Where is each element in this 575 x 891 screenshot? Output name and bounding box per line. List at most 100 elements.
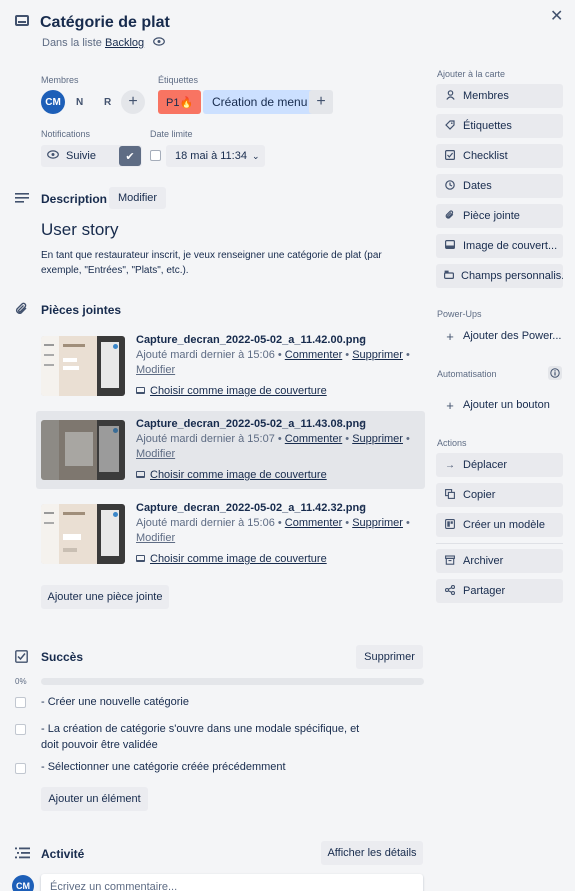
archive-button[interactable]: Archiver bbox=[436, 549, 563, 573]
checklist-item-checkbox[interactable] bbox=[15, 697, 26, 708]
attachment-thumbnail[interactable] bbox=[41, 336, 125, 396]
sidebar-divider bbox=[436, 543, 563, 544]
delete-link[interactable]: Supprimer bbox=[352, 349, 403, 361]
eye-icon bbox=[47, 150, 59, 162]
automation-label: Automatisation bbox=[437, 369, 497, 379]
add-checklist-item-button[interactable]: Ajouter un élément bbox=[41, 787, 148, 811]
sidebar-custom-fields-button[interactable]: Champs personnalis... bbox=[436, 264, 563, 288]
share-button[interactable]: Partager bbox=[436, 579, 563, 603]
checklist-item-checkbox[interactable] bbox=[15, 724, 26, 735]
add-automation-button[interactable]: + Ajouter un bouton bbox=[436, 393, 563, 417]
activity-icon bbox=[15, 846, 30, 862]
actions-label: Actions bbox=[437, 438, 467, 448]
progress-bar bbox=[41, 678, 424, 685]
open-external-icon[interactable]: ↗ bbox=[358, 334, 366, 345]
attachment-added: Ajouté mardi dernier à 15:06 bbox=[136, 349, 275, 361]
sidebar-checklist-button[interactable]: Checklist bbox=[436, 144, 563, 168]
eye-icon bbox=[153, 37, 166, 49]
attachment-meta: Ajouté mardi dernier à 15:06 • Commenter… bbox=[136, 517, 410, 529]
sidebar-label: Ajouter des Power... bbox=[463, 330, 562, 342]
add-powerups-button[interactable]: + Ajouter des Power... bbox=[436, 324, 563, 348]
plus-icon: + bbox=[446, 328, 454, 344]
due-complete-checkbox[interactable] bbox=[150, 150, 161, 161]
attachment-name[interactable]: Capture_decran_2022-05-02_a_11.42.00.png bbox=[136, 334, 366, 346]
make-cover-label: Choisir comme image de couverture bbox=[150, 385, 327, 397]
sidebar-dates-button[interactable]: Dates bbox=[436, 174, 563, 198]
plus-icon: + bbox=[446, 397, 454, 413]
sidebar-label: Déplacer bbox=[463, 459, 508, 471]
edit-description-button[interactable]: Modifier bbox=[109, 187, 166, 209]
checklist-item-line: doit pouvoir être validée bbox=[41, 739, 158, 751]
open-external-icon[interactable]: ↗ bbox=[358, 418, 366, 429]
attachment-name[interactable]: Capture_decran_2022-05-02_a_11.43.08.png bbox=[136, 418, 366, 430]
comment-input[interactable]: Écrivez un commentaire... bbox=[41, 874, 423, 891]
info-icon[interactable] bbox=[548, 366, 562, 380]
due-date-value: 18 mai à 11:34 bbox=[175, 150, 247, 162]
attachment-name[interactable]: Capture_decran_2022-05-02_a_11.42.32.png bbox=[136, 502, 366, 514]
sidebar-labels-button[interactable]: Étiquettes bbox=[436, 114, 563, 138]
attachment-thumbnail[interactable] bbox=[41, 504, 125, 564]
comment-link[interactable]: Commenter bbox=[285, 433, 342, 445]
label-chip[interactable]: P1🔥 bbox=[158, 90, 202, 114]
move-button[interactable]: → Déplacer bbox=[436, 453, 563, 477]
avatar[interactable]: CM bbox=[41, 90, 65, 114]
chevron-down-icon: ⌄ bbox=[251, 150, 260, 161]
add-member-button[interactable]: + bbox=[121, 90, 145, 114]
sidebar-attachment-button[interactable]: Pièce jointe bbox=[436, 204, 563, 228]
sidebar-cover-button[interactable]: Image de couvert... bbox=[436, 234, 563, 258]
attachment-meta: Ajouté mardi dernier à 15:06 • Commenter… bbox=[136, 349, 410, 361]
sidebar-label: Checklist bbox=[463, 150, 508, 162]
sidebar-label: Dates bbox=[463, 180, 492, 192]
label-chip[interactable]: Création de menu bbox=[203, 90, 317, 114]
watch-label: Suivie bbox=[66, 150, 96, 162]
make-cover-link[interactable]: Choisir comme image de couverture bbox=[136, 385, 327, 397]
due-date-button[interactable]: 18 mai à 11:34 ⌄ bbox=[166, 145, 265, 167]
card-title[interactable]: Catégorie de plat bbox=[40, 14, 170, 32]
attachment-meta: Ajouté mardi dernier à 15:07 • Commenter… bbox=[136, 433, 410, 445]
comment-link[interactable]: Commenter bbox=[285, 517, 342, 529]
tag-icon bbox=[444, 119, 456, 133]
add-label-button[interactable]: + bbox=[309, 90, 333, 114]
checklist-icon bbox=[444, 149, 456, 163]
add-attachment-button[interactable]: Ajouter une pièce jointe bbox=[41, 585, 169, 609]
member-avatar[interactable]: R bbox=[104, 97, 111, 108]
delete-link[interactable]: Supprimer bbox=[352, 433, 403, 445]
sidebar-members-button[interactable]: Membres bbox=[436, 84, 563, 108]
checklist-item-text[interactable]: - Sélectionner une catégorie créée précé… bbox=[41, 761, 286, 773]
delete-link[interactable]: Supprimer bbox=[352, 517, 403, 529]
delete-checklist-button[interactable]: Supprimer bbox=[356, 645, 423, 669]
checklist-item-text[interactable]: - La création de catégorie s'ouvre dans … bbox=[41, 721, 359, 753]
checklist-item-text[interactable]: - Créer une nouvelle catégorie bbox=[41, 696, 189, 708]
list-prefix: Dans la liste bbox=[42, 37, 102, 49]
share-icon bbox=[444, 584, 456, 598]
make-cover-link[interactable]: Choisir comme image de couverture bbox=[136, 553, 327, 565]
checklist-item-line: - La création de catégorie s'ouvre dans … bbox=[41, 723, 360, 735]
add-to-card-label: Ajouter à la carte bbox=[437, 69, 506, 79]
edit-link[interactable]: Modifier bbox=[136, 448, 175, 460]
sidebar-label: Pièce jointe bbox=[463, 210, 520, 222]
sidebar-label: Champs personnalis... bbox=[461, 270, 563, 282]
notifications-label: Notifications bbox=[41, 129, 91, 139]
edit-link[interactable]: Modifier bbox=[136, 364, 175, 376]
attachment-thumbnail[interactable] bbox=[41, 420, 125, 480]
comment-link[interactable]: Commenter bbox=[285, 349, 342, 361]
make-cover-label: Choisir comme image de couverture bbox=[150, 553, 327, 565]
create-template-button[interactable]: Créer un modèle bbox=[436, 513, 563, 537]
checklist-heading[interactable]: Succès bbox=[41, 650, 83, 664]
powerups-label: Power-Ups bbox=[437, 309, 482, 319]
close-icon[interactable]: ✕ bbox=[550, 6, 563, 26]
list-link[interactable]: Backlog bbox=[105, 37, 144, 49]
archive-icon bbox=[444, 554, 456, 568]
card-icon bbox=[15, 15, 29, 26]
show-details-button[interactable]: Afficher les détails bbox=[321, 841, 423, 865]
sidebar-label: Image de couvert... bbox=[463, 240, 558, 252]
watch-check-icon: ✔ bbox=[119, 146, 141, 166]
description-heading: Description bbox=[41, 192, 108, 206]
member-avatar[interactable]: N bbox=[76, 97, 83, 108]
checklist-item-checkbox[interactable] bbox=[15, 763, 26, 774]
clock-icon bbox=[444, 179, 456, 193]
make-cover-link[interactable]: Choisir comme image de couverture bbox=[136, 469, 327, 481]
copy-button[interactable]: Copier bbox=[436, 483, 563, 507]
open-external-icon[interactable]: ↗ bbox=[358, 502, 366, 513]
edit-link[interactable]: Modifier bbox=[136, 532, 175, 544]
